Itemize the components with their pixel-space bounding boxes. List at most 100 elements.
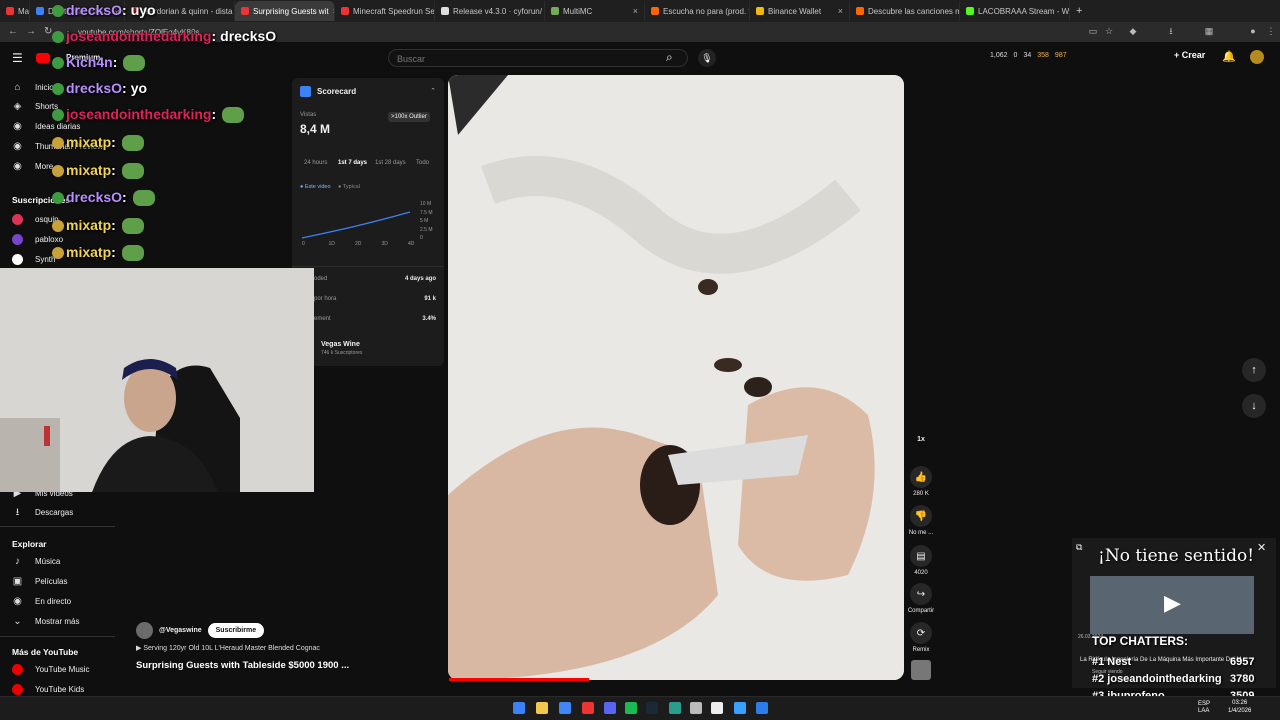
sidebar-item-label: Inicio <box>35 83 54 92</box>
browser-tab[interactable]: Escucha no para (prod. ty× <box>645 1 750 21</box>
subscribe-button[interactable]: Suscribirme <box>207 623 265 638</box>
chat-message: drecksO: yo <box>52 80 147 96</box>
search-icon[interactable]: ⌕ <box>666 50 673 65</box>
browser-tab[interactable]: MultiMC × <box>545 1 645 21</box>
collapse-chevron-icon[interactable]: ⌃ <box>430 87 436 95</box>
mini-player-thumbnail[interactable]: ▶ <box>1090 576 1254 634</box>
browser-tab[interactable]: Surprising Guests wit× <box>235 1 335 21</box>
create-button[interactable]: + Crear <box>1174 50 1205 60</box>
x-tick-label: 3D <box>381 241 388 247</box>
search-input[interactable]: Buscar <box>388 49 688 67</box>
browser-tab[interactable]: Descubre las canciones m× <box>850 1 960 21</box>
sidebar-item[interactable]: ⭳ Descargas <box>12 507 74 518</box>
chat-badge-icon <box>52 109 64 122</box>
play-icon[interactable]: ▶ <box>1164 590 1181 616</box>
next-short-button[interactable]: ↓ <box>1242 394 1266 418</box>
browser-tab[interactable]: Minecraft Speedrun Setup× <box>335 1 435 21</box>
range-tab[interactable]: 1st 28 days <box>375 160 406 166</box>
browser-tab[interactable]: Binance Wallet × <box>750 1 850 21</box>
back-icon[interactable]: ← <box>8 26 18 37</box>
sidebar-item[interactable]: ◉ More <box>12 161 53 172</box>
menu-dots-icon[interactable]: ⋮ <box>1266 26 1276 36</box>
chat-message: mixatp: <box>52 162 144 180</box>
taskbar-clock[interactable]: 03:26 1/4/2026 <box>1228 699 1251 715</box>
new-tab-icon[interactable]: + <box>1076 5 1082 17</box>
chat-username: mixatp <box>66 244 112 260</box>
chat-message: Kich4n: <box>52 54 146 72</box>
browser-tab[interactable]: LACOBRAAA Stream - Wi× <box>960 1 1070 21</box>
minecraft-icon[interactable] <box>669 702 681 714</box>
channel-avatar[interactable] <box>136 622 153 639</box>
sidebar-item-label: YouTube Kids <box>35 685 85 694</box>
sidebar-item-label: Descargas <box>35 508 74 517</box>
create-label: Crear <box>1181 50 1206 60</box>
app-icon[interactable] <box>734 702 746 714</box>
previous-short-button[interactable]: ↑ <box>1242 358 1266 382</box>
browser-tab[interactable]: Matec× <box>0 1 30 21</box>
notifications-bell-icon[interactable]: 🔔 <box>1222 50 1236 63</box>
action-remix[interactable]: ⟳ Remix <box>907 622 935 653</box>
range-tab[interactable]: Todo <box>416 160 429 166</box>
youtube-logo-icon[interactable] <box>36 53 50 63</box>
metric-value: 3.4% <box>422 316 436 322</box>
profile-avatar[interactable]: ● <box>1248 26 1258 36</box>
chat-badge-icon <box>52 83 64 96</box>
cast-icon[interactable]: ▭ <box>1088 26 1098 36</box>
video-progress-bar[interactable] <box>449 678 589 681</box>
file-explorer-icon[interactable] <box>536 702 548 714</box>
browser-tab-bar: Matec×Dakiti, Mia, Ella2, Seven Kayne×fe… <box>0 0 1280 22</box>
browser-tab[interactable]: Release v4.3.0 · cyforun/× <box>435 1 545 21</box>
shorts-video-player[interactable] <box>448 75 904 680</box>
bookmark-star-icon[interactable]: ☆ <box>1104 26 1114 36</box>
video-title[interactable]: Surprising Guests with Tableside $5000 1… <box>136 660 349 671</box>
start-icon[interactable] <box>513 702 525 714</box>
range-tab[interactable]: 1st 7 days <box>338 160 367 166</box>
range-tab[interactable]: 24 hours <box>304 160 327 166</box>
chat-username: joseandointhedarking <box>66 106 212 122</box>
channel-handle[interactable]: @Vegaswine <box>159 627 202 634</box>
action-share[interactable]: ↪ Compartir <box>907 583 935 614</box>
sidebar-item[interactable]: ♪ Música <box>12 556 60 567</box>
language-indicator[interactable]: ESP LAA <box>1198 701 1210 715</box>
chatter-rank: #1 Nest <box>1092 656 1132 668</box>
subscription-label: pabloxo <box>35 235 64 244</box>
forward-icon[interactable]: → <box>26 26 36 37</box>
account-avatar[interactable] <box>1250 50 1264 64</box>
arrow-down-icon: ↓ <box>1251 400 1257 412</box>
speed-label: 1x <box>917 436 925 443</box>
expand-icon[interactable]: ⧉ <box>1076 542 1082 553</box>
hamburger-menu-icon[interactable]: ☰ <box>12 51 23 65</box>
remix-thumbnail[interactable] <box>911 660 931 680</box>
discord-icon[interactable] <box>604 702 616 714</box>
chat-badge-icon <box>52 31 64 44</box>
action-dislike[interactable]: 👎 No me ... <box>907 505 935 536</box>
sidebar-item[interactable]: ▣ Películas <box>12 576 68 587</box>
spotify-icon[interactable] <box>625 702 637 714</box>
x-tick-label: 4D <box>408 241 415 247</box>
notepad-icon[interactable] <box>711 702 723 714</box>
action-like[interactable]: 👍 280 K <box>907 466 935 497</box>
tab-close-icon[interactable]: × <box>838 6 843 16</box>
chrome-icon[interactable] <box>559 702 571 714</box>
sidebar-item[interactable]: YouTube Kids <box>12 684 84 695</box>
sidebar-item[interactable]: ⌂ Inicio <box>12 82 54 93</box>
download-icon[interactable]: ⭳ <box>1166 26 1176 36</box>
steam-icon[interactable] <box>646 702 658 714</box>
tab-close-icon[interactable]: × <box>633 6 638 16</box>
film-icon: ▣ <box>12 576 23 587</box>
action-comment[interactable]: ▤ 4020 <box>907 545 935 576</box>
sidebar-item[interactable]: YouTube Music <box>12 664 90 675</box>
extensions-puzzle-icon[interactable]: ▦ <box>1204 26 1214 36</box>
settings-icon[interactable] <box>690 702 702 714</box>
action-speed[interactable]: 1x <box>907 436 935 443</box>
sidebar-item[interactable]: ◉ En directo <box>12 596 71 607</box>
close-icon[interactable]: ✕ <box>1257 541 1266 554</box>
sidebar-item[interactable]: ⌄ Mostrar más <box>12 616 79 627</box>
x-tick-label: 0 <box>302 241 305 247</box>
app-icon[interactable] <box>756 702 768 714</box>
subscription-item[interactable]: Synth <box>12 254 55 265</box>
extension-icon[interactable]: ◆ <box>1128 26 1138 36</box>
mic-icon[interactable]: 🎙 <box>698 49 716 67</box>
browser-icon[interactable] <box>582 702 594 714</box>
chat-text: yo <box>130 80 148 96</box>
